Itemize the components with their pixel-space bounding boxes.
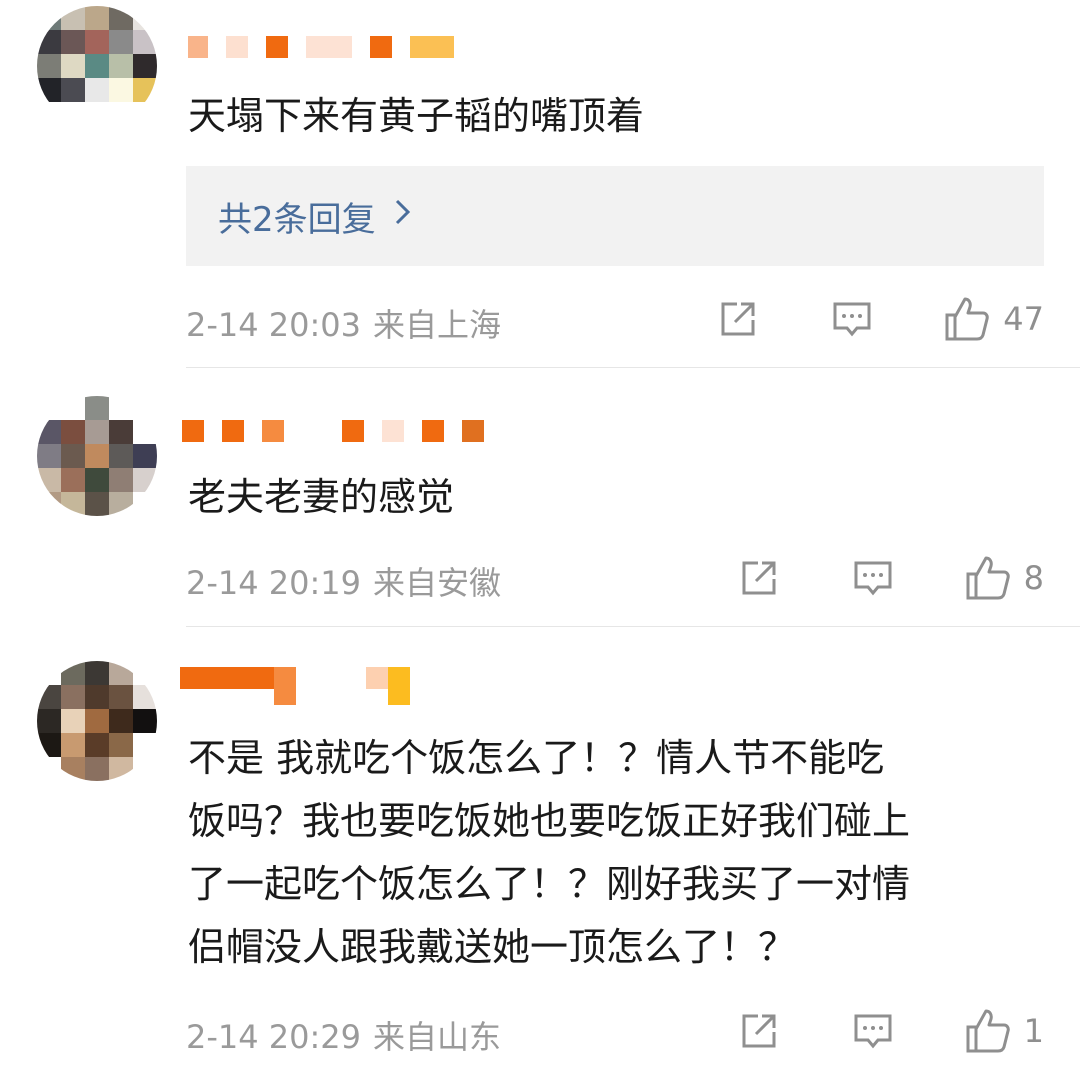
comment-text-line: 饭吗？我也要吃饭她也要吃饭正好我们碰上 (188, 799, 911, 843)
comment-location: 来自安徽 (373, 564, 502, 602)
comment-button[interactable] (852, 557, 894, 599)
comment-item: 老夫老妻的感觉 2-14 20:19 来自安徽 8 (0, 368, 1080, 626)
share-icon (721, 302, 755, 336)
comment-item: 天塌下来有黄子韬的嘴顶着 共2条回复 2-14 20:03 来自上海 47 (0, 0, 1080, 368)
chevron-right-icon (394, 196, 412, 236)
avatar[interactable] (37, 396, 157, 516)
like-button[interactable]: 47 (943, 295, 1044, 343)
comment-date: 2-14 20:19 (186, 564, 362, 602)
like-count: 8 (1023, 559, 1044, 597)
comment-actions: 8 (738, 554, 1044, 602)
comment-location: 来自山东 (373, 1018, 502, 1056)
comment-text-line: 侣帽没人跟我戴送她一顶怎么了！？ (188, 925, 797, 969)
comment-text: 天塌下来有黄子韬的嘴顶着 (188, 94, 645, 138)
like-button[interactable]: 1 (964, 1007, 1044, 1055)
comment-text-line: 不是 我就吃个饭怎么了！？情人节不能吃 (188, 736, 885, 780)
comment-text: 不是 我就吃个饭怎么了！？情人节不能吃 饭吗？我也要吃饭她也要吃饭正好我们碰上 … (188, 727, 1048, 979)
nickname-obscured[interactable] (182, 420, 502, 446)
comment-text: 老夫老妻的感觉 (188, 475, 455, 519)
thumbs-up-icon (966, 1009, 1010, 1053)
comment-text-line: 了一起吃个饭怎么了！？刚好我买了一对情 (188, 862, 911, 906)
like-count: 1 (1023, 1012, 1044, 1050)
comment-meta: 2-14 20:29 来自山东 (186, 1012, 501, 1058)
share-icon (742, 561, 776, 595)
replies-label: 共2条回复 (218, 199, 376, 240)
share-icon (742, 1014, 776, 1048)
thumbs-up-icon (966, 556, 1010, 600)
thumbs-up-icon (945, 297, 990, 341)
replies-link[interactable]: 共2条回复 (186, 166, 1044, 266)
comment-meta: 2-14 20:19 来自安徽 (186, 558, 501, 604)
comment-item: 不是 我就吃个饭怎么了！？情人节不能吃 饭吗？我也要吃饭她也要吃饭正好我们碰上 … (0, 627, 1080, 1067)
share-button[interactable] (738, 1010, 780, 1052)
comment-icon (854, 561, 892, 596)
avatar[interactable] (37, 6, 157, 126)
share-button[interactable] (738, 557, 780, 599)
nickname-obscured[interactable] (180, 667, 428, 705)
comment-button[interactable] (852, 1010, 894, 1052)
avatar[interactable] (37, 661, 157, 781)
comment-icon (833, 302, 871, 337)
nickname-obscured[interactable] (188, 36, 472, 62)
like-count: 47 (1003, 300, 1044, 338)
comment-icon (854, 1014, 892, 1049)
comment-meta: 2-14 20:03 来自上海 (186, 300, 501, 346)
comment-date: 2-14 20:29 (186, 1018, 362, 1056)
comment-actions: 47 (717, 295, 1044, 343)
comment-button[interactable] (831, 298, 873, 340)
comment-date: 2-14 20:03 (186, 306, 362, 344)
like-button[interactable]: 8 (964, 554, 1044, 602)
comment-location: 来自上海 (373, 306, 502, 344)
share-button[interactable] (717, 298, 759, 340)
comment-actions: 1 (738, 1007, 1044, 1055)
